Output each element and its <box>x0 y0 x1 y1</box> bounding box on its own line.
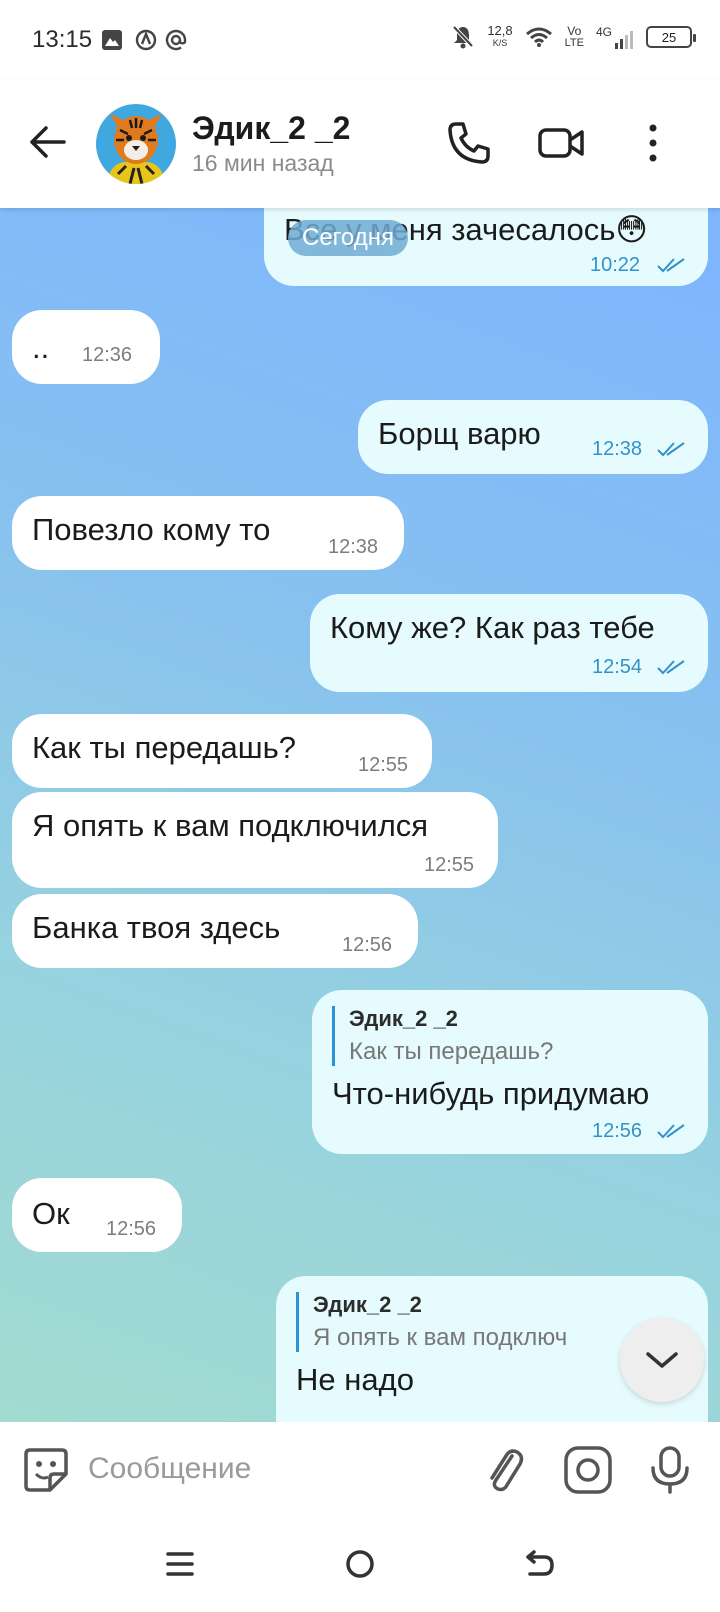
message-bubble-incoming[interactable]: Повезло кому то 12:38 <box>12 496 404 570</box>
read-ticks-icon <box>657 258 685 273</box>
reply-quote[interactable]: Эдик_2 _2 Я опять к вам подключ <box>296 1292 567 1352</box>
message-bubble-outgoing[interactable]: Кому же? Как раз тебе 12:54 <box>310 594 708 692</box>
network-type: 4G <box>595 25 612 39</box>
microphone-icon[interactable] <box>644 1444 696 1496</box>
message-time: 12:38 <box>328 536 379 558</box>
message-bubble-incoming[interactable]: Как ты передашь? 12:55 <box>12 714 432 788</box>
net-speed: 12,8 K/S <box>487 23 513 49</box>
video-camera-icon[interactable] <box>536 118 586 168</box>
volte-indicator: Vo LTE <box>565 25 584 49</box>
message-text: .. <box>32 330 50 365</box>
net-speed-unit: K/S <box>492 38 508 48</box>
message-bubble-incoming[interactable]: Ок 12:56 <box>12 1178 182 1252</box>
muted-bell-icon <box>452 25 474 49</box>
avatar[interactable] <box>96 104 176 184</box>
reply-quote[interactable]: Эдик_2 _2 Как ты передашь? <box>332 1006 553 1066</box>
read-ticks-icon <box>657 660 685 675</box>
message-text: Банка твоя здесь <box>32 910 281 945</box>
chat-header: Эдик_2 _2 16 мин назад <box>0 80 720 208</box>
system-navigation-bar <box>0 1516 720 1612</box>
tiger-avatar-icon <box>96 104 176 184</box>
message-time: 12:55 <box>424 854 475 876</box>
reply-author: Эдик_2 _2 <box>349 1006 458 1031</box>
chat-area[interactable]: Сегодня Все у меня зачесалось😳 10:22 .. … <box>0 208 720 1422</box>
message-text: Не надо <box>296 1362 414 1397</box>
message-text: Кому же? Как раз тебе <box>330 610 655 645</box>
message-input-bar: Сообщение <box>0 1422 720 1516</box>
message-bubble-outgoing[interactable]: Эдик_2 _2 Как ты передашь? Что-нибудь пр… <box>312 990 708 1154</box>
chevron-down-icon <box>646 1352 678 1368</box>
read-ticks-icon <box>657 1124 685 1139</box>
paperclip-icon[interactable] <box>478 1444 530 1496</box>
scroll-to-bottom-button[interactable] <box>620 1318 704 1402</box>
date-chip: Сегодня <box>288 220 408 256</box>
wifi-icon <box>525 27 552 47</box>
volte-bottom: LTE <box>564 37 584 49</box>
camera-icon[interactable] <box>562 1444 614 1496</box>
volte-top: Vo <box>567 24 582 38</box>
image-notification-icon <box>102 30 122 50</box>
contact-name[interactable]: Эдик_2 _2 <box>192 110 350 147</box>
reply-text: Как ты передашь? <box>349 1038 554 1065</box>
battery-level: 25 <box>661 29 677 45</box>
message-text: Борщ варю <box>378 416 541 451</box>
status-bar: 13:15 12,8 K/S Vo LTE 4G 25 <box>0 0 720 80</box>
sticker-icon[interactable] <box>20 1444 72 1496</box>
message-time: 10:22 <box>590 254 641 276</box>
back-nav-icon[interactable] <box>520 1544 560 1584</box>
app-notification-icon <box>135 29 157 51</box>
message-text: Я опять к вам подключился <box>32 808 429 843</box>
last-seen-status: 16 мин назад <box>192 150 334 176</box>
read-ticks-icon <box>657 442 685 457</box>
home-icon[interactable] <box>340 1544 380 1584</box>
message-text: Как ты передашь? <box>32 730 296 765</box>
net-speed-value: 12,8 <box>487 23 513 38</box>
recent-apps-icon[interactable] <box>160 1544 200 1584</box>
signal-strength: 4G <box>596 25 634 49</box>
message-bubble-incoming[interactable]: Я опять к вам подключился 12:55 <box>12 792 498 888</box>
message-input[interactable]: Сообщение <box>88 1452 251 1486</box>
message-bubble-outgoing[interactable]: Борщ варю 12:38 <box>358 400 708 474</box>
message-time: 12:38 <box>592 438 643 460</box>
at-notification-icon <box>165 29 187 51</box>
message-bubble-incoming[interactable]: Банка твоя здесь 12:56 <box>12 894 418 968</box>
message-text: Ок <box>32 1196 70 1231</box>
reply-text: Я опять к вам подключ <box>313 1324 568 1351</box>
back-arrow-icon[interactable] <box>26 120 70 164</box>
message-time: 12:55 <box>358 754 409 776</box>
message-bubble-incoming[interactable]: .. 12:36 <box>12 310 160 384</box>
message-text: Повезло кому то <box>32 512 271 547</box>
message-time: 12:56 <box>342 934 393 956</box>
status-time: 13:15 <box>32 26 93 53</box>
phone-icon[interactable] <box>444 118 494 168</box>
message-time: 12:56 <box>592 1120 643 1142</box>
message-text: Что-нибудь придумаю <box>332 1076 650 1111</box>
message-time: 12:54 <box>592 656 643 678</box>
battery-indicator: 25 <box>646 26 696 48</box>
signal-bars-icon <box>615 31 633 49</box>
message-time: 12:36 <box>82 344 133 366</box>
reply-author: Эдик_2 _2 <box>313 1292 422 1317</box>
more-vert-icon[interactable] <box>628 118 678 168</box>
message-time: 12:56 <box>106 1218 157 1240</box>
